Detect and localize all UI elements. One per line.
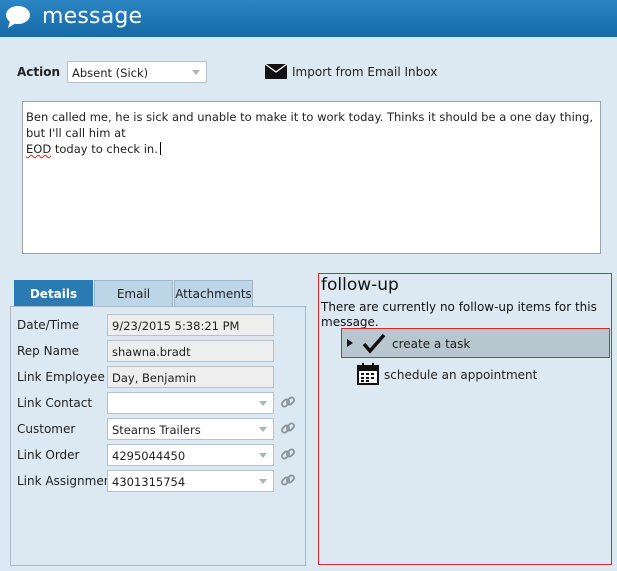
link-employee-field: Day, Benjamin [107, 366, 274, 388]
link-contact-chain-icon[interactable] [280, 394, 296, 410]
message-text-2: today to check in. [51, 142, 158, 156]
rep-name-field: shawna.bradt [107, 340, 274, 362]
action-select[interactable]: Absent (Sick) [67, 61, 207, 83]
date-time-label: Date/Time [17, 318, 80, 332]
tab-details-label: Details [29, 286, 78, 301]
date-time-field: 9/23/2015 5:38:21 PM [107, 314, 274, 336]
import-email-button[interactable]: Import from Email Inbox [265, 64, 437, 79]
calendar-icon [357, 363, 379, 385]
message-text-misspelled: EOD [26, 142, 52, 156]
customer-select[interactable]: Stearns Trailers [107, 418, 274, 440]
window-title: message [42, 4, 143, 29]
link-assignment-label: Link Assignment [17, 474, 117, 488]
message-textarea[interactable]: Ben called me, he is sick and unable to … [22, 101, 601, 254]
action-label: Action [17, 65, 61, 79]
chevron-down-icon [192, 70, 200, 75]
link-assignment-select[interactable]: 4301315754 [107, 470, 274, 492]
import-email-label: Import from Email Inbox [292, 64, 438, 79]
link-order-chain-icon[interactable] [280, 446, 296, 462]
speech-bubble-icon [6, 6, 30, 28]
link-order-label: Link Order [17, 448, 80, 462]
checkmark-icon [362, 333, 386, 354]
message-text-1: Ben called me, he is sick and unable to … [26, 110, 594, 140]
chevron-down-icon [259, 453, 267, 458]
create-task-label: create a task [392, 337, 471, 351]
link-contact-select[interactable] [107, 392, 274, 414]
chevron-down-icon [259, 401, 267, 406]
title-bar: message [0, 0, 617, 37]
create-task-button[interactable]: create a task [341, 328, 610, 358]
text-cursor [159, 142, 161, 155]
followup-empty-text: There are currently no follow-up items f… [321, 300, 597, 329]
schedule-appointment-button[interactable]: schedule an appointment [357, 362, 607, 388]
tab-details[interactable]: Details [14, 280, 93, 313]
chevron-down-icon [259, 427, 267, 432]
play-arrow-icon [347, 339, 353, 347]
tab-attachments-label: Attachments [175, 286, 252, 301]
link-order-value: 4295044450 [112, 449, 186, 463]
link-assignment-chain-icon[interactable] [280, 472, 296, 488]
action-select-value: Absent (Sick) [72, 66, 149, 80]
link-employee-label: Link Employee [17, 370, 105, 384]
link-assignment-value: 4301315754 [112, 475, 186, 489]
schedule-appointment-label: schedule an appointment [384, 368, 538, 382]
followup-panel: follow-up There are currently no follow-… [318, 273, 612, 565]
followup-title: follow-up [321, 275, 399, 295]
chevron-down-icon [259, 479, 267, 484]
envelope-icon [265, 64, 287, 79]
customer-chain-icon[interactable] [280, 420, 296, 436]
rep-name-label: Rep Name [17, 344, 80, 358]
rep-name-value: shawna.bradt [112, 345, 191, 359]
link-order-select[interactable]: 4295044450 [107, 444, 274, 466]
tab-email-label: Email [116, 286, 151, 301]
customer-label: Customer [17, 422, 76, 436]
tab-email[interactable]: Email [94, 280, 173, 306]
customer-value: Stearns Trailers [112, 423, 201, 437]
detail-tabs: Details Email Attachments [14, 280, 254, 313]
tab-attachments[interactable]: Attachments [174, 280, 253, 306]
date-time-value: 9/23/2015 5:38:21 PM [112, 319, 240, 333]
link-employee-value: Day, Benjamin [112, 371, 197, 385]
link-contact-label: Link Contact [17, 396, 93, 410]
